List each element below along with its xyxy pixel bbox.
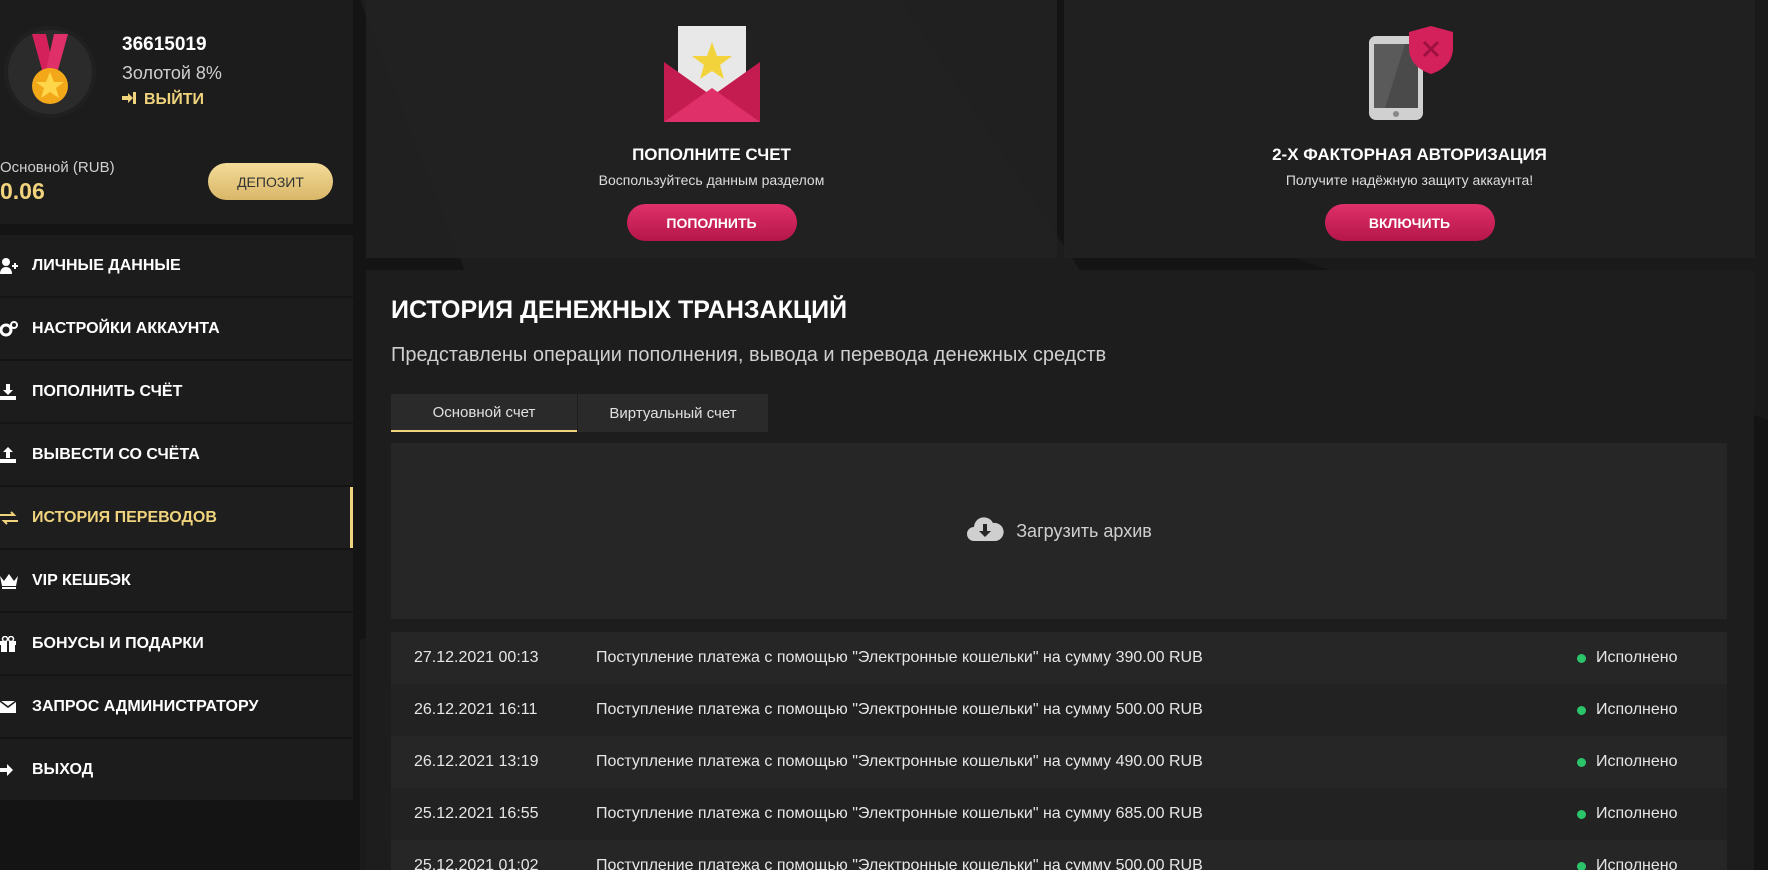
sidebar-item-exit[interactable]: ВЫХОД [0, 739, 353, 800]
tab-main-account[interactable]: Основной счет [391, 394, 577, 432]
medal-icon [4, 26, 96, 118]
row-date: 26.12.2021 16:11 [414, 701, 538, 718]
user-plus-icon [0, 257, 18, 275]
status-dot-icon [1577, 861, 1586, 870]
row-description: Поступление платежа с помощью "Электронн… [596, 649, 1203, 666]
sidebar-item-label: VIP КЕШБЭК [32, 571, 131, 589]
deposit-promo-card: ПОПОЛНИТЕ СЧЕТ Воспользуйтесь данным раз… [366, 0, 1057, 258]
sidebar-item-account-settings[interactable]: НАСТРОЙКИ АККАУНТА [0, 298, 353, 359]
enable-2fa-button[interactable]: ВКЛЮЧИТЬ [1324, 204, 1495, 241]
profile-panel: 36615019 Золотой 8% ВЫЙТИ Основной (RUB)… [0, 0, 353, 224]
crown-icon [0, 572, 18, 590]
status-dot-icon [1577, 809, 1586, 819]
sidebar: 36615019 Золотой 8% ВЫЙТИ Основной (RUB)… [0, 0, 353, 802]
sidebar-item-label: ЛИЧНЫЕ ДАННЫЕ [32, 256, 181, 274]
sidebar-item-deposit[interactable]: ПОПОЛНИТЬ СЧЁТ [0, 361, 353, 422]
balance-label: Основной (RUB) [0, 159, 115, 176]
sidebar-item-label: ВЫВЕСТИ СО СЧЁТА [32, 445, 200, 463]
sidebar-item-bonuses[interactable]: БОНУСЫ И ПОДАРКИ [0, 613, 353, 674]
deposit-card-title: ПОПОЛНИТЕ СЧЕТ [632, 145, 791, 164]
envelope-icon [0, 698, 18, 716]
logout-label: ВЫЙТИ [144, 91, 204, 108]
tab-virtual-account[interactable]: Виртуальный счет [578, 394, 768, 432]
table-row: 27.12.2021 00:13 Поступление платежа с п… [391, 632, 1727, 684]
row-description: Поступление платежа с помощью "Электронн… [596, 857, 1203, 870]
status-label: Исполнено [1596, 649, 1678, 666]
top-up-button[interactable]: ПОПОЛНИТЬ [626, 204, 797, 241]
deposit-button[interactable]: ДЕПОЗИТ [208, 163, 333, 200]
two-factor-promo-card: 2-Х ФАКТОРНАЯ АВТОРИЗАЦИЯ Получите надёж… [1064, 0, 1755, 258]
sign-out-icon [122, 91, 136, 109]
row-date: 25.12.2021 16:55 [414, 805, 539, 822]
sidebar-item-transfer-history[interactable]: ИСТОРИЯ ПЕРЕВОДОВ [0, 487, 353, 548]
envelope-star-icon [663, 26, 760, 127]
phone-shield-icon [1365, 26, 1455, 127]
transactions-table: 27.12.2021 00:13 Поступление платежа с п… [391, 632, 1727, 870]
upload-icon [0, 446, 18, 464]
table-row: 25.12.2021 01:02 Поступление платежа с п… [391, 840, 1727, 870]
sidebar-item-label: НАСТРОЙКИ АККАУНТА [32, 319, 220, 337]
row-description: Поступление платежа с помощью "Электронн… [596, 753, 1203, 770]
sidebar-item-personal-data[interactable]: ЛИЧНЫЕ ДАННЫЕ [0, 235, 353, 296]
sidebar-item-label: ЗАПРОС АДМИНИСТРАТОРУ [32, 697, 259, 715]
status-badge: Исполнено [1577, 805, 1727, 823]
gears-icon [0, 320, 18, 338]
user-id: 36615019 [122, 34, 207, 55]
twofa-card-subtitle: Получите надёжную защиту аккаунта! [1285, 172, 1534, 188]
status-badge: Исполнено [1577, 649, 1727, 667]
download-icon [0, 383, 18, 401]
transaction-history-panel: ИСТОРИЯ ДЕНЕЖНЫХ ТРАНЗАКЦИЙ Представлены… [366, 270, 1754, 870]
sidebar-item-vip-cashback[interactable]: VIP КЕШБЭК [0, 550, 353, 611]
status-dot-icon [1577, 653, 1586, 663]
table-row: 26.12.2021 16:11 Поступление платежа с п… [391, 684, 1727, 736]
account-tabs: Основной счет Виртуальный счет [391, 394, 768, 432]
status-label: Исполнено [1596, 701, 1678, 718]
sidebar-item-label: ИСТОРИЯ ПЕРЕВОДОВ [32, 508, 217, 526]
sidebar-menu: ЛИЧНЫЕ ДАННЫЕ НАСТРОЙКИ АККАУНТА ПОПОЛНИ… [0, 235, 353, 800]
sidebar-item-label: БОНУСЫ И ПОДАРКИ [32, 634, 204, 652]
status-badge: Исполнено [1577, 753, 1727, 771]
sidebar-item-label: ВЫХОД [32, 760, 94, 778]
page-description: Представлены операции пополнения, вывода… [391, 344, 1107, 366]
status-label: Исполнено [1596, 753, 1678, 770]
status-badge: Исполнено [1577, 857, 1727, 870]
download-archive-label: Загрузить архив [1016, 520, 1152, 541]
twofa-card-title: 2-Х ФАКТОРНАЯ АВТОРИЗАЦИЯ [1272, 145, 1547, 164]
sidebar-item-withdraw[interactable]: ВЫВЕСТИ СО СЧЁТА [0, 424, 353, 485]
status-badge: Исполнено [1577, 701, 1727, 719]
page-title: ИСТОРИЯ ДЕНЕЖНЫХ ТРАНЗАКЦИЙ [391, 296, 848, 324]
sign-out-icon [0, 761, 18, 779]
status-label: Исполнено [1596, 805, 1678, 822]
row-description: Поступление платежа с помощью "Электронн… [596, 805, 1203, 822]
sidebar-item-admin-request[interactable]: ЗАПРОС АДМИНИСТРАТОРУ [0, 676, 353, 737]
deposit-card-subtitle: Воспользуйтесь данным разделом [598, 172, 825, 188]
row-description: Поступление платежа с помощью "Электронн… [596, 701, 1203, 718]
row-date: 26.12.2021 13:19 [414, 753, 539, 770]
status-dot-icon [1577, 705, 1586, 715]
vip-level: Золотой 8% [122, 63, 222, 83]
balance-value: 0.06 [0, 178, 45, 204]
status-label: Исполнено [1596, 857, 1678, 870]
row-date: 25.12.2021 01:02 [414, 857, 539, 870]
cloud-download-icon [966, 515, 1004, 548]
sidebar-item-label: ПОПОЛНИТЬ СЧЁТ [32, 382, 183, 400]
logout-link[interactable]: ВЫЙТИ [122, 91, 204, 109]
table-row: 26.12.2021 13:19 Поступление платежа с п… [391, 736, 1727, 788]
transfer-icon [0, 509, 18, 527]
gift-icon [0, 635, 18, 653]
row-date: 27.12.2021 00:13 [414, 649, 539, 666]
download-archive-button[interactable]: Загрузить архив [391, 443, 1727, 619]
table-row: 25.12.2021 16:55 Поступление платежа с п… [391, 788, 1727, 840]
status-dot-icon [1577, 757, 1586, 767]
